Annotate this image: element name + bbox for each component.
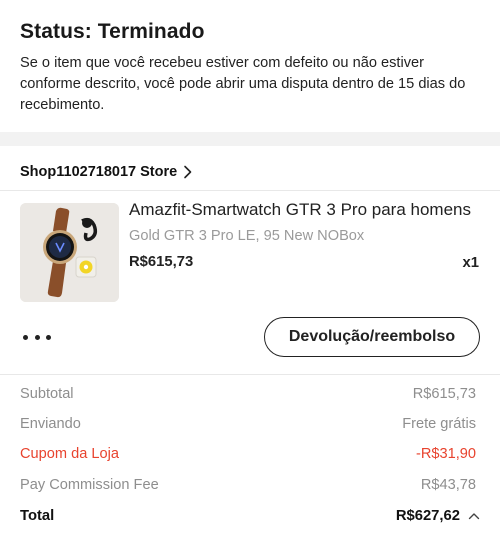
- status-description: Se o item que você recebeu estiver com d…: [20, 55, 466, 113]
- dot: [46, 334, 51, 340]
- summary-row-fee: Pay Commission Fee R$43,78: [20, 475, 476, 495]
- chevron-up-icon[interactable]: [468, 511, 480, 521]
- dot: [23, 334, 28, 340]
- order-card: Shop1102718017 Store Amazfit-Smartwatch …: [0, 146, 500, 538]
- summary-row-total[interactable]: Total R$627,62: [20, 506, 480, 526]
- shipping-value: Frete grátis: [402, 416, 476, 432]
- divider: [0, 190, 500, 191]
- summary-row-coupon: Cupom da Loja -R$31,90: [20, 444, 476, 464]
- fee-label: Pay Commission Fee: [20, 477, 159, 493]
- return-refund-button[interactable]: Devolução/reembolso: [264, 317, 480, 357]
- subtotal-label: Subtotal: [20, 386, 74, 402]
- divider: [0, 374, 500, 375]
- total-label: Total: [20, 508, 55, 524]
- fee-value: R$43,78: [420, 477, 476, 493]
- dot: [34, 334, 40, 340]
- product-variant: Gold GTR 3 Pro LE, 95 New NOBox: [129, 228, 365, 244]
- product-title[interactable]: Amazfit-Smartwatch GTR 3 Pro para homens: [129, 200, 479, 220]
- shipping-label: Enviando: [20, 416, 81, 432]
- more-options-icon[interactable]: [23, 329, 51, 345]
- coupon-label: Cupom da Loja: [20, 446, 119, 462]
- status-title: Status: Terminado: [20, 20, 205, 43]
- store-name: Shop1102718017 Store: [20, 164, 178, 180]
- store-link[interactable]: Shop1102718017 Store: [20, 162, 194, 182]
- smartwatch-product-image[interactable]: [20, 203, 119, 302]
- product-price: R$615,73: [129, 254, 194, 270]
- total-value-group: R$627,62: [396, 508, 480, 524]
- status-card: Status: Terminado Se o item que você rec…: [0, 0, 500, 132]
- summary-row-shipping: Enviando Frete grátis: [20, 414, 476, 434]
- total-value: R$627,62: [395, 508, 460, 524]
- coupon-value: -R$31,90: [415, 446, 476, 462]
- chevron-right-icon: [183, 165, 194, 179]
- subtotal-value: R$615,73: [412, 386, 476, 402]
- product-quantity: x1: [462, 255, 479, 271]
- summary-row-subtotal: Subtotal R$615,73: [20, 384, 476, 404]
